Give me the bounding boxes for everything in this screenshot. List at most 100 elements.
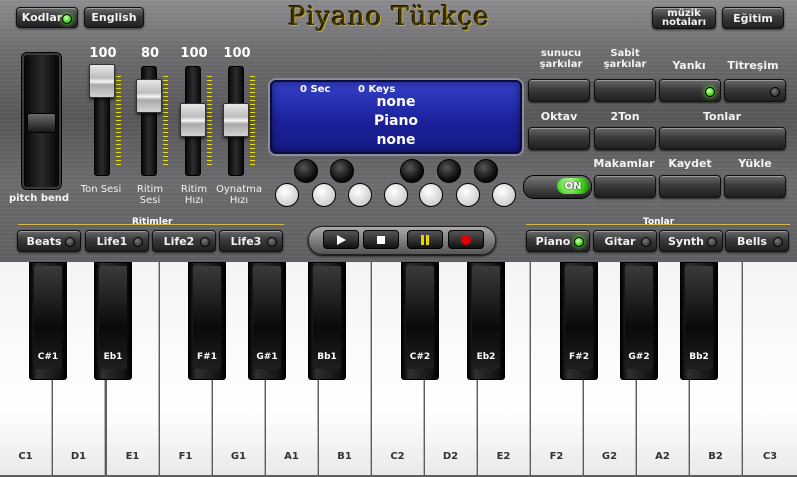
sabit-sarkilar-button[interactable]	[594, 79, 656, 102]
pitch-bend-label: pitch bend	[8, 193, 70, 204]
pitch-bend-wheel[interactable]	[22, 53, 61, 189]
tone-piano-label: Piano	[535, 234, 571, 248]
yukle-button[interactable]	[724, 175, 786, 198]
record-button[interactable]	[448, 230, 484, 249]
mini-black-key-5[interactable]	[474, 159, 498, 183]
muzik-notalari-button[interactable]: müzik notaları	[652, 7, 716, 29]
kaydet-button[interactable]	[659, 175, 721, 198]
tonlar-header: Tonlar	[643, 217, 675, 227]
toggle-on-label: ON	[557, 178, 589, 194]
tone-piano-button[interactable]: Piano	[526, 230, 590, 252]
iki-ton-label: 2Ton	[610, 110, 640, 123]
ton-sesi-slider[interactable]	[89, 64, 115, 98]
sunucu-sarkilar-button[interactable]	[528, 79, 590, 102]
tone-synth-button[interactable]: Synth	[659, 230, 723, 252]
mini-white-key-4[interactable]	[384, 183, 408, 207]
display-line-1: none	[376, 94, 416, 110]
key-label: G1	[230, 451, 247, 462]
egitim-button[interactable]: Eğitim	[722, 7, 784, 29]
yanki-button[interactable]	[659, 79, 721, 102]
mini-black-key-3[interactable]	[400, 159, 424, 183]
kodlar-led-icon	[62, 13, 72, 24]
black-key-fsharp2[interactable]: F#2	[560, 262, 598, 380]
oktav-button[interactable]	[528, 127, 590, 150]
transport-bar	[308, 226, 496, 255]
pause-icon	[421, 234, 429, 245]
black-key-bb2[interactable]: Bb2	[680, 262, 718, 380]
black-key-eb2[interactable]: Eb2	[467, 262, 505, 380]
pitch-bend-grip[interactable]	[27, 113, 56, 133]
ton-sesi-label: Ton Sesi	[80, 184, 122, 195]
key-label: E1	[125, 451, 140, 462]
ritim-hizi-value: 100	[180, 46, 208, 61]
mini-white-key-3[interactable]	[348, 183, 372, 207]
rhythm-life3-label: Life3	[230, 234, 262, 248]
yanki-led-icon	[705, 86, 715, 97]
black-key-gsharp1[interactable]: G#1	[248, 262, 286, 380]
rhythm-life2-button[interactable]: Life2	[152, 230, 216, 252]
ritim-sesi-label: Ritim Sesi	[136, 184, 164, 206]
ritim-sesi-slider[interactable]	[136, 79, 162, 113]
key-label: D2	[442, 451, 459, 462]
ritim-hizi-label: Ritim Hızı	[180, 184, 208, 206]
rhythm-life1-label: Life1	[96, 234, 128, 248]
mini-white-key-1[interactable]	[275, 183, 299, 207]
mini-black-key-4[interactable]	[437, 159, 461, 183]
white-key-c3[interactable]: C3	[743, 262, 797, 475]
tonlar-button[interactable]	[659, 127, 786, 150]
rhythm-life1-button[interactable]: Life1	[85, 230, 149, 252]
key-label: C3	[762, 451, 778, 462]
gitar-led-icon	[641, 237, 651, 247]
pause-button[interactable]	[407, 230, 443, 249]
key-label: F#1	[197, 352, 217, 362]
rhythm-life2-label: Life2	[163, 234, 195, 248]
oktav-label: Oktav	[540, 110, 578, 123]
black-key-bb1[interactable]: Bb1	[308, 262, 346, 380]
black-key-eb1[interactable]: Eb1	[94, 262, 132, 380]
rhythm-beats-label: Beats	[26, 234, 62, 248]
bells-led-icon	[773, 237, 783, 247]
app-title: Piyano Türkçe	[288, 2, 490, 32]
play-button[interactable]	[323, 230, 359, 249]
display-instrument: Piano	[373, 113, 419, 129]
black-key-fsharp1[interactable]: F#1	[188, 262, 226, 380]
oynatma-hizi-label: Oynatma Hızı	[216, 184, 263, 206]
mini-white-key-6[interactable]	[456, 183, 480, 207]
sabit-sarkilar-label: Sabit şarkılar	[603, 48, 647, 70]
synth-led-icon	[707, 237, 717, 247]
mini-black-key-2[interactable]	[330, 159, 354, 183]
key-label: C1	[18, 451, 33, 462]
ritim-sesi-ticks	[163, 76, 168, 166]
titresim-label: Titreşim	[727, 59, 779, 72]
mini-white-key-5[interactable]	[419, 183, 443, 207]
key-label: G#1	[256, 352, 278, 362]
key-label: C#1	[37, 352, 59, 362]
black-key-csharp1[interactable]: C#1	[29, 262, 67, 380]
display-line-3: none	[376, 132, 416, 148]
ritimler-header: Ritimler	[132, 217, 173, 227]
record-icon	[461, 234, 471, 245]
mini-white-key-7[interactable]	[492, 183, 516, 207]
black-key-csharp2[interactable]: C#2	[401, 262, 439, 380]
english-button[interactable]: English	[84, 7, 144, 28]
power-toggle[interactable]: ON	[523, 175, 592, 199]
ritim-hizi-slider[interactable]	[180, 103, 206, 137]
sunucu-sarkilar-label: sunucu şarkılar	[539, 48, 583, 70]
tone-bells-button[interactable]: Bells	[725, 230, 789, 252]
key-label: B2	[708, 451, 723, 462]
life1-led-icon	[133, 237, 143, 247]
rhythm-life3-button[interactable]: Life3	[219, 230, 283, 252]
mini-white-key-2[interactable]	[312, 183, 336, 207]
mini-black-key-1[interactable]	[294, 159, 318, 183]
stop-button[interactable]	[363, 230, 399, 249]
titresim-led-icon	[770, 86, 780, 97]
titresim-button[interactable]	[724, 79, 786, 102]
ton-sesi-value: 100	[89, 46, 117, 61]
kodlar-button[interactable]: Kodlar	[16, 7, 78, 28]
makamlar-button[interactable]	[594, 175, 656, 198]
iki-ton-button[interactable]	[594, 127, 656, 150]
rhythm-beats-button[interactable]: Beats	[17, 230, 81, 252]
tone-gitar-button[interactable]: Gitar	[593, 230, 657, 252]
black-key-gsharp2[interactable]: G#2	[620, 262, 658, 380]
oynatma-hizi-slider[interactable]	[223, 103, 249, 137]
